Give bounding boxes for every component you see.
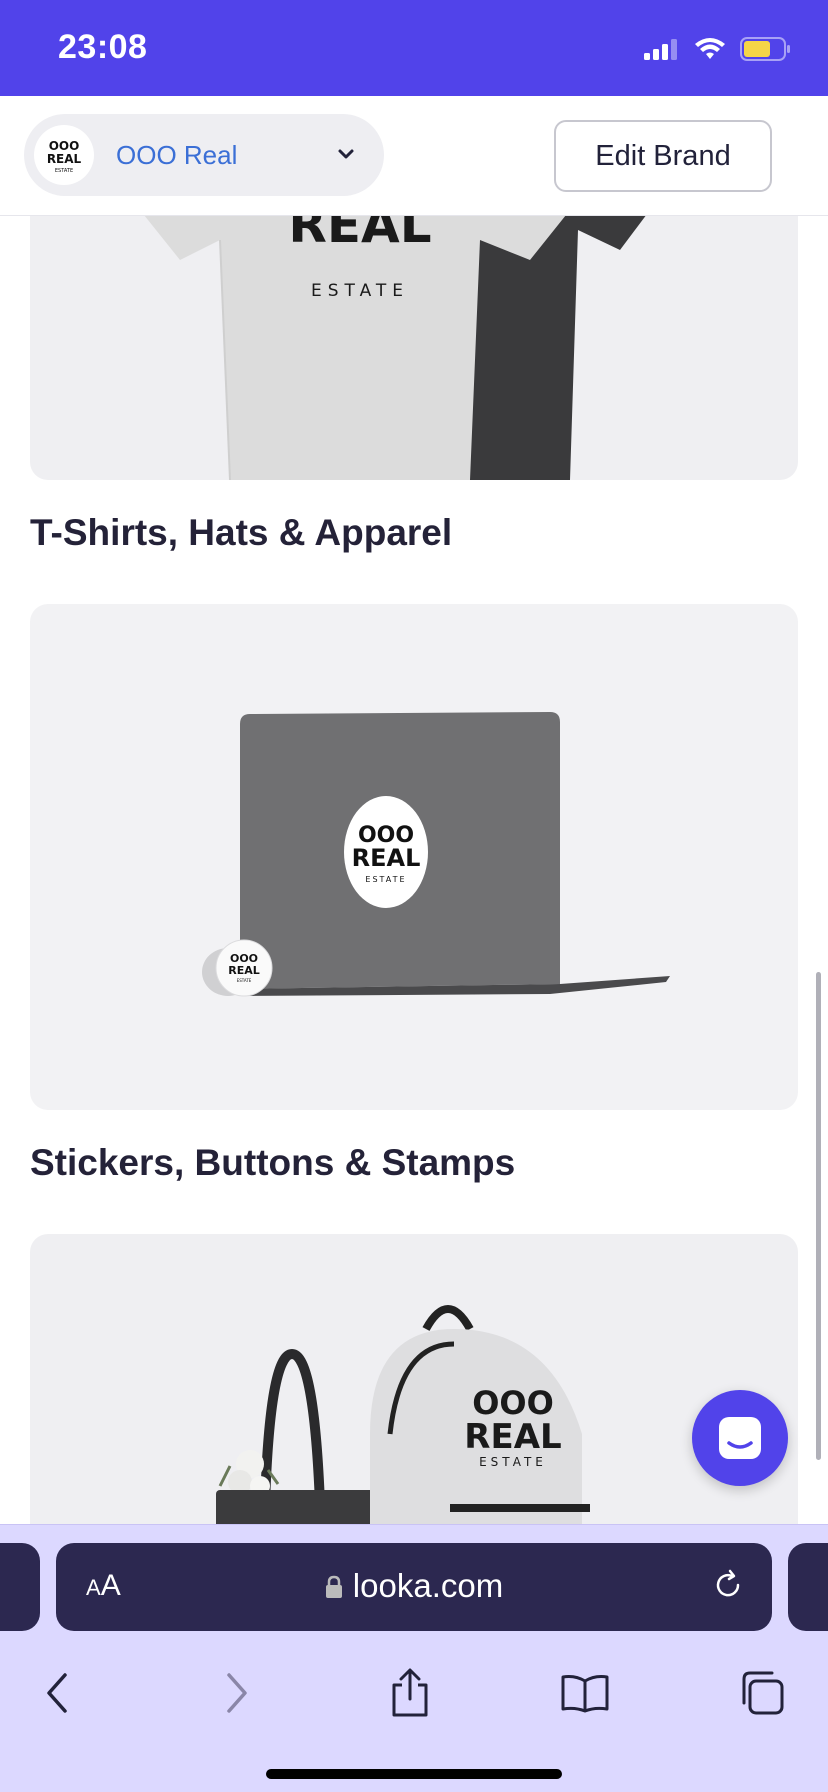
status-icons: [644, 34, 792, 64]
browser-toolbar: [0, 1655, 828, 1735]
home-indicator: [266, 1769, 562, 1779]
bookmarks-button[interactable]: [555, 1663, 615, 1723]
section-title-apparel[interactable]: T-Shirts, Hats & Apparel: [30, 512, 452, 554]
previous-tab-preview[interactable]: [0, 1543, 40, 1631]
backpack-logo-line2: REAL: [464, 1417, 561, 1457]
section-title-stickers[interactable]: Stickers, Buttons & Stamps: [30, 1142, 515, 1184]
edit-brand-button[interactable]: Edit Brand: [554, 120, 772, 192]
backpack-logo-line3: ESTATE: [479, 1455, 547, 1469]
brand-header: OOO REAL ESTATE OOO Real Edit Brand: [0, 96, 828, 216]
next-tab-preview[interactable]: [788, 1543, 828, 1631]
forward-button[interactable]: [206, 1663, 266, 1723]
share-button[interactable]: [380, 1663, 440, 1723]
browser-bottom-bar: AA looka.com: [0, 1524, 828, 1792]
wifi-icon: [695, 38, 725, 59]
brand-name: OOO Real: [116, 139, 238, 170]
chat-button[interactable]: [692, 1390, 788, 1486]
sticker-logo-line2: REAL: [352, 844, 421, 872]
cellular-signal-icon: [644, 39, 677, 60]
laptop-mockup-image: OOO REAL ESTATE OOO REAL ESTATE: [202, 712, 670, 997]
chat-icon: [719, 1417, 761, 1459]
sticker-logo-line3: ESTATE: [365, 875, 406, 884]
chevron-right-icon: [227, 1673, 247, 1713]
tshirt-logo-line3: ESTATE: [311, 281, 409, 301]
url-display[interactable]: looka.com: [56, 1567, 772, 1605]
battery-icon: [740, 37, 790, 61]
stickers-card[interactable]: OOO REAL ESTATE OOO REAL ESTATE: [30, 604, 798, 1110]
chevron-left-icon: [47, 1673, 67, 1713]
book-icon: [561, 1675, 609, 1713]
brand-selector[interactable]: OOO REAL ESTATE OOO Real: [24, 114, 384, 196]
svg-text:ESTATE: ESTATE: [55, 168, 73, 174]
status-bar: 23:08: [0, 0, 828, 96]
scrollbar[interactable]: [816, 972, 821, 1460]
address-bar[interactable]: AA looka.com: [56, 1543, 772, 1631]
svg-text:REAL: REAL: [47, 152, 82, 166]
tabs-button[interactable]: [732, 1663, 792, 1723]
svg-text:OOO: OOO: [49, 139, 80, 153]
bags-card[interactable]: OOO REAL ESTATE: [30, 1234, 798, 1574]
tabs-icon: [742, 1671, 784, 1715]
brand-logo: OOO REAL ESTATE: [34, 125, 94, 185]
share-icon: [392, 1668, 428, 1717]
reload-icon[interactable]: [710, 1567, 746, 1603]
pin-logo-line3: ESTATE: [237, 978, 252, 983]
pin-logo-line2: REAL: [228, 964, 260, 977]
chevron-down-icon: [338, 149, 354, 159]
back-button[interactable]: [28, 1663, 88, 1723]
bags-mockup-image: OOO REAL ESTATE: [216, 1305, 592, 1574]
lock-icon: [325, 1575, 342, 1598]
status-time: 23:08: [58, 28, 148, 66]
